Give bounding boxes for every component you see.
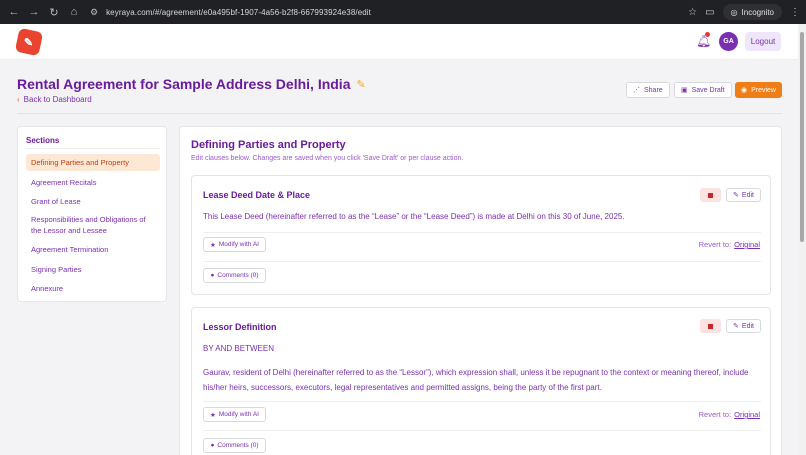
revert-control: Revert to: Original [699,240,760,249]
forward-arrow-icon[interactable]: → [24,6,44,18]
bookmark-star-icon[interactable]: ☆ [688,7,697,18]
revert-original-link[interactable]: Original [734,240,760,249]
chevron-left-icon: ‹ [17,95,20,104]
comments-button[interactable]: ● Comments (0) [203,438,266,453]
revert-label: Revert to: [698,410,732,419]
stop-icon [708,192,713,198]
comment-icon: ● [210,272,215,279]
sections-sidebar: Sections Defining Parties and Property A… [17,126,167,302]
ai-label: Modify with AI [218,411,259,418]
home-icon[interactable]: ⌂ [64,6,84,18]
sidebar-item-grant-of-lease[interactable]: Grant of Lease [26,193,160,210]
preview-button[interactable]: ◉ Preview [735,82,782,98]
section-subtitle: Edit clauses below. Changes are saved wh… [191,155,464,162]
clause-divider [203,232,761,233]
sidebar-item-responsibilities[interactable]: Responsibilities and Obligations of the … [26,211,160,239]
sidebar-divider [26,148,160,149]
share-icon: ⋰ [633,87,640,94]
delete-clause-button[interactable] [700,319,721,333]
back-to-dashboard-link[interactable]: ‹ Back to Dashboard [17,95,92,104]
clause-title: Lease Deed Date & Place [203,190,311,200]
clause-text-heading: BY AND BETWEEN [203,344,274,353]
back-arrow-icon[interactable]: ← [4,6,24,18]
pencil-icon: ✎ [733,323,739,330]
share-button[interactable]: ⋰ Share [626,82,670,98]
sidebar-item-defining-parties[interactable]: Defining Parties and Property [26,154,160,171]
edit-title-icon[interactable]: ✎ [356,78,365,91]
revert-original-link[interactable]: Original [734,410,760,419]
edit-label: Edit [741,191,754,199]
save-icon: ▣ [681,87,688,94]
incognito-icon: ◎ [730,7,738,17]
app-logo[interactable]: ✎ [14,27,44,57]
url-text: keyraya.com/#/agreement/e0a495bf-1907-4a… [106,7,371,17]
app-header: ✎ 🔔︎ GA Logout [0,24,798,60]
share-label: Share [644,86,663,94]
edit-clause-button[interactable]: ✎ Edit [726,188,761,202]
pencil-icon: ✎ [733,192,739,199]
edit-label: Edit [741,322,754,330]
comments-button[interactable]: ● Comments (0) [203,268,266,283]
stop-icon [708,323,713,329]
eye-icon: ◉ [740,87,748,94]
clause-text: Gaurav, resident of Delhi (hereinafter r… [203,368,749,392]
avatar[interactable]: GA [719,32,738,51]
logout-button[interactable]: Logout [745,32,781,51]
modify-with-ai-button[interactable]: ★ Modify with AI [203,237,266,252]
incognito-label: Incognito [741,7,774,17]
comments-label: Comments (0) [217,442,259,449]
save-draft-button[interactable]: ▣ Save Draft [674,82,732,98]
incognito-badge[interactable]: ◎ Incognito [722,4,782,20]
sidebar-item-signing-parties[interactable]: Signing Parties [26,261,160,278]
sparkle-icon: ★ [210,411,216,419]
page-title: Rental Agreement for Sample Address Delh… [17,76,351,92]
browser-toolbar: ← → ↻ ⌂ ⚙ keyraya.com/#/agreement/e0a495… [0,0,806,24]
sidebar-item-annexure[interactable]: Annexure [26,280,160,297]
clause-divider [203,401,761,402]
cast-icon[interactable]: ▭ [705,7,714,18]
sparkle-icon: ★ [210,241,216,249]
header-divider [17,113,782,114]
sidebar-item-agreement-recitals[interactable]: Agreement Recitals [26,174,160,191]
notification-dot [705,32,710,37]
section-title: Defining Parties and Property [191,139,346,151]
revert-label: Revert to: [698,240,732,249]
save-draft-label: Save Draft [691,86,725,94]
sidebar-title: Sections [26,136,60,145]
modify-with-ai-button[interactable]: ★ Modify with AI [203,407,266,422]
sidebar-item-agreement-termination[interactable]: Agreement Termination [26,241,160,258]
browser-menu-icon[interactable]: ⋮ [790,7,800,18]
revert-control: Revert to: Original [699,410,760,419]
clause-divider [203,261,761,262]
reload-icon[interactable]: ↻ [44,6,64,19]
comments-label: Comments (0) [217,272,259,279]
ai-label: Modify with AI [218,241,259,248]
scrollbar-thumb[interactable] [800,32,804,242]
clause-card: Lease Deed Date & Place ✎ Edit This Leas… [191,175,771,295]
comment-icon: ● [210,442,215,449]
edit-clause-button[interactable]: ✎ Edit [726,319,761,333]
address-bar[interactable]: ⚙ keyraya.com/#/agreement/e0a495bf-1907-… [90,3,371,21]
back-link-label: Back to Dashboard [23,95,92,104]
logo-icon: ✎ [24,36,34,49]
clause-title: Lessor Definition [203,322,277,332]
site-info-icon[interactable]: ⚙ [90,7,98,18]
page-scrollbar[interactable] [798,24,806,455]
clause-card: Lessor Definition ✎ Edit BY AND BETWEEN … [191,307,771,455]
clause-divider [203,430,761,431]
preview-label: Preview [751,86,776,94]
delete-clause-button[interactable] [700,188,721,202]
main-panel: Defining Parties and Property Edit claus… [179,126,782,455]
clause-text: This Lease Deed (hereinafter referred to… [203,212,625,221]
